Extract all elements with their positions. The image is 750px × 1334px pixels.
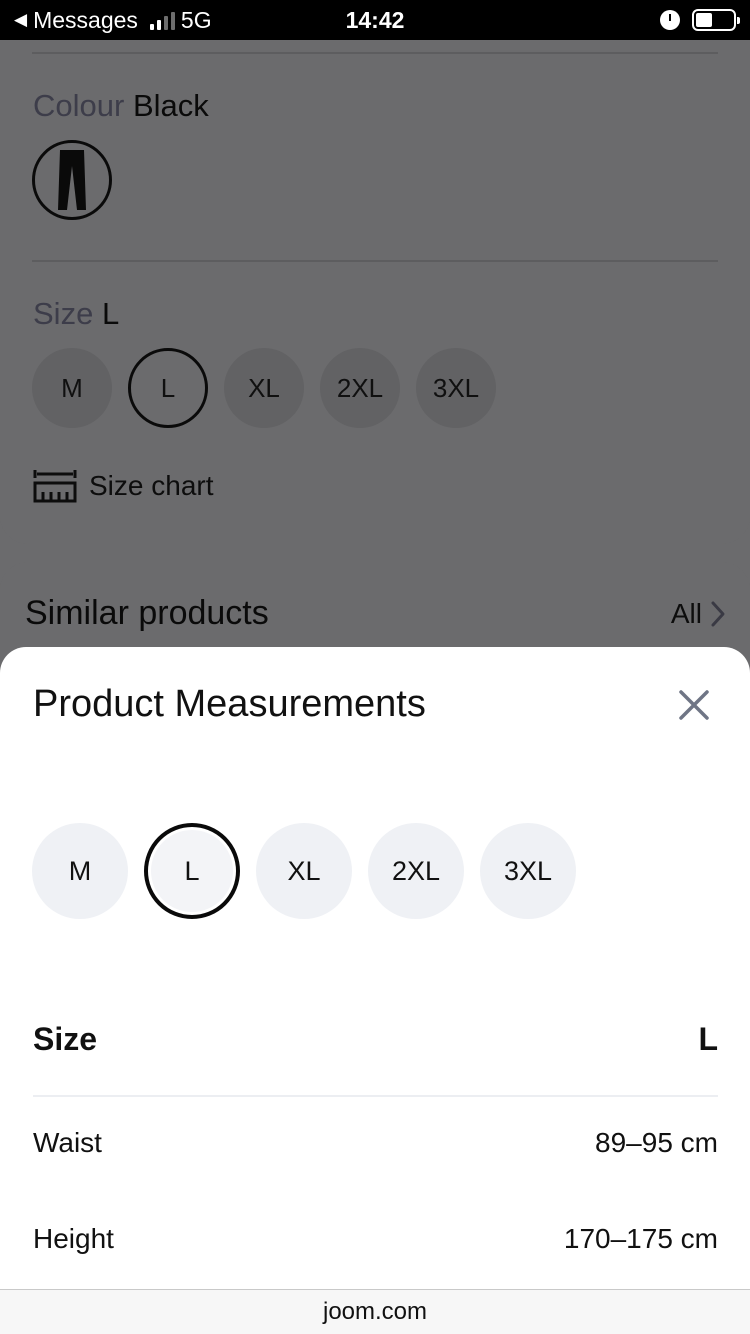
sheet-size-3xl[interactable]: 3XL <box>480 823 576 919</box>
height-label: Height <box>33 1223 114 1254</box>
background-size-options: M L XL 2XL 3XL <box>32 348 496 428</box>
status-right <box>660 0 740 40</box>
measurement-row-height: Height 170–175 cm <box>33 1223 718 1255</box>
size-option-2xl[interactable]: 2XL <box>320 348 400 428</box>
close-button[interactable] <box>674 685 714 725</box>
measurements-sheet: Product Measurements M L XL 2XL 3XL Size… <box>0 647 750 1289</box>
url-text: joom.com <box>322 1298 428 1325</box>
ruler-icon <box>33 470 77 503</box>
similar-products-title: Similar products <box>25 594 269 632</box>
sheet-title: Product Measurements <box>33 683 426 725</box>
size-option-3xl[interactable]: 3XL <box>416 348 496 428</box>
header-size-value: L <box>698 1021 718 1057</box>
measurements-header-row: Size L <box>33 1021 718 1058</box>
alarm-icon <box>660 10 680 30</box>
status-bar: ◀ Messages 5G 14:42 <box>0 0 750 40</box>
sheet-size-options: M L XL 2XL 3XL <box>32 823 576 919</box>
sheet-size-m[interactable]: M <box>32 823 128 919</box>
size-value: L <box>101 296 120 331</box>
size-chart-label: Size chart <box>89 470 214 501</box>
colour-value: Black <box>132 88 209 123</box>
waist-label: Waist <box>33 1127 102 1158</box>
sheet-size-xl[interactable]: XL <box>256 823 352 919</box>
battery-icon <box>692 9 740 31</box>
divider <box>32 52 718 54</box>
chevron-right-icon <box>711 601 725 627</box>
size-label: Size <box>33 296 94 331</box>
waist-value: 89–95 cm <box>595 1127 718 1158</box>
divider <box>32 260 718 262</box>
colour-swatch-black[interactable] <box>32 140 112 220</box>
measurement-row-waist: Waist 89–95 cm <box>33 1127 718 1159</box>
size-label-row: Size L <box>33 296 119 332</box>
size-option-m[interactable]: M <box>32 348 112 428</box>
size-option-xl[interactable]: XL <box>224 348 304 428</box>
pants-icon <box>58 150 86 210</box>
divider <box>33 1095 718 1097</box>
browser-url-bar[interactable]: joom.com <box>0 1289 750 1334</box>
sheet-size-l[interactable]: L <box>144 823 240 919</box>
colour-label-row: Colour Black <box>33 88 209 124</box>
sheet-size-2xl[interactable]: 2XL <box>368 823 464 919</box>
colour-label: Colour <box>33 88 125 123</box>
height-value: 170–175 cm <box>563 1223 718 1254</box>
all-label: All <box>670 598 702 629</box>
size-option-l[interactable]: L <box>128 348 208 428</box>
size-chart-link[interactable]: Size chart <box>33 468 214 504</box>
similar-all-link[interactable]: All <box>671 598 726 630</box>
header-size-label: Size <box>33 1021 98 1057</box>
close-icon <box>679 690 709 720</box>
status-time: 14:42 <box>345 6 405 33</box>
